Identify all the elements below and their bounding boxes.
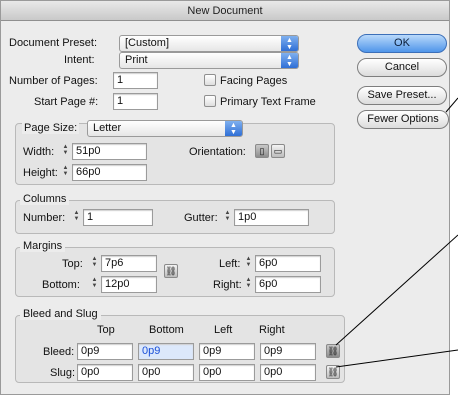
margin-top-stepper-icon[interactable]: ▲ ▼ [90, 256, 99, 271]
margin-left-field[interactable]: 6p0 [255, 255, 321, 272]
margin-bottom-field[interactable]: 12p0 [101, 276, 157, 293]
bleed-header-right: Right [259, 324, 285, 336]
chevron-updown-icon: ▲ ▼ [281, 36, 298, 51]
start-page-label: Start Page #: [34, 96, 99, 108]
bleed-top-field[interactable]: 0p9 [77, 343, 133, 360]
ok-button[interactable]: OK [357, 34, 447, 53]
intent-select[interactable]: Print ▲ ▼ [119, 52, 299, 69]
page-size-value: Letter [93, 122, 122, 134]
gutter-stepper-icon[interactable]: ▲ ▼ [223, 210, 232, 225]
landscape-icon[interactable]: ▭ [271, 144, 285, 158]
gutter-field[interactable]: 1p0 [234, 209, 309, 226]
facing-pages-checkbox[interactable] [204, 74, 216, 86]
preset-value: [Custom] [125, 37, 170, 49]
primary-text-frame-checkbox[interactable] [204, 95, 216, 107]
margin-bottom-label: Bottom: [42, 279, 80, 291]
margin-right-field[interactable]: 6p0 [255, 276, 321, 293]
bleed-slug-title: Bleed and Slug [20, 308, 101, 320]
bleed-bottom-field[interactable]: 0p9 [138, 343, 194, 360]
new-document-dialog: New Document Document Preset: [Custom] ▲… [0, 0, 450, 395]
dialog-title: New Document [1, 1, 449, 21]
primary-text-frame-label: Primary Text Frame [220, 96, 316, 108]
margin-left-stepper-icon[interactable]: ▲ ▼ [244, 256, 253, 271]
chevron-updown-icon: ▲ ▼ [225, 121, 242, 136]
width-stepper-icon[interactable]: ▲ ▼ [61, 144, 70, 159]
margins-title: Margins [20, 240, 66, 252]
intent-label: Intent: [64, 54, 95, 66]
preset-select[interactable]: [Custom] ▲ ▼ [119, 35, 299, 52]
link-slug-icon[interactable]: ⛓ [326, 365, 340, 379]
columns-stepper-icon[interactable]: ▲ ▼ [72, 210, 81, 225]
height-stepper-icon[interactable]: ▲ ▼ [61, 165, 70, 180]
gutter-label: Gutter: [184, 212, 218, 224]
facing-pages-label: Facing Pages [220, 75, 288, 87]
chevron-updown-icon: ▲ ▼ [281, 53, 298, 68]
cancel-button[interactable]: Cancel [357, 58, 447, 77]
pages-field[interactable]: 1 [113, 72, 158, 89]
page-size-select[interactable]: Letter ▲ ▼ [87, 120, 243, 137]
bleed-header-bottom: Bottom [149, 324, 184, 336]
bleed-header-top: Top [97, 324, 115, 336]
width-field[interactable]: 51p0 [72, 143, 147, 160]
margin-bottom-stepper-icon[interactable]: ▲ ▼ [90, 277, 99, 292]
bleed-right-field[interactable]: 0p9 [260, 343, 316, 360]
margin-right-stepper-icon[interactable]: ▲ ▼ [244, 277, 253, 292]
intent-value: Print [125, 54, 148, 66]
height-field[interactable]: 66p0 [72, 164, 147, 181]
slug-bottom-field[interactable]: 0p0 [138, 364, 194, 381]
link-margins-icon[interactable]: ⛓ [164, 264, 178, 278]
columns-number-field[interactable]: 1 [83, 209, 153, 226]
page-size-label: Page Size: [22, 122, 80, 134]
orientation-label: Orientation: [189, 146, 246, 158]
fewer-options-button[interactable]: Fewer Options [357, 110, 449, 129]
margin-left-label: Left: [219, 258, 241, 270]
margin-right-label: Right: [213, 279, 242, 291]
save-preset-button[interactable]: Save Preset... [357, 86, 447, 105]
width-label: Width: [23, 146, 55, 158]
bleed-left-field[interactable]: 0p9 [199, 343, 255, 360]
columns-number-label: Number: [23, 212, 66, 224]
bleed-header-left: Left [214, 324, 233, 336]
slug-label: Slug: [50, 367, 76, 379]
link-bleed-icon[interactable]: ⛓ [326, 344, 340, 358]
start-page-field[interactable]: 1 [113, 93, 158, 110]
margin-top-label: Top: [62, 258, 83, 270]
pages-label: Number of Pages: [9, 75, 98, 87]
height-label: Height: [23, 167, 58, 179]
portrait-icon[interactable]: ▯ [255, 144, 269, 158]
slug-right-field[interactable]: 0p0 [260, 364, 316, 381]
bleed-label: Bleed: [43, 346, 75, 358]
slug-left-field[interactable]: 0p0 [199, 364, 255, 381]
margin-top-field[interactable]: 7p6 [101, 255, 157, 272]
slug-top-field[interactable]: 0p0 [77, 364, 133, 381]
preset-label: Document Preset: [9, 37, 98, 49]
columns-title: Columns [20, 193, 70, 205]
